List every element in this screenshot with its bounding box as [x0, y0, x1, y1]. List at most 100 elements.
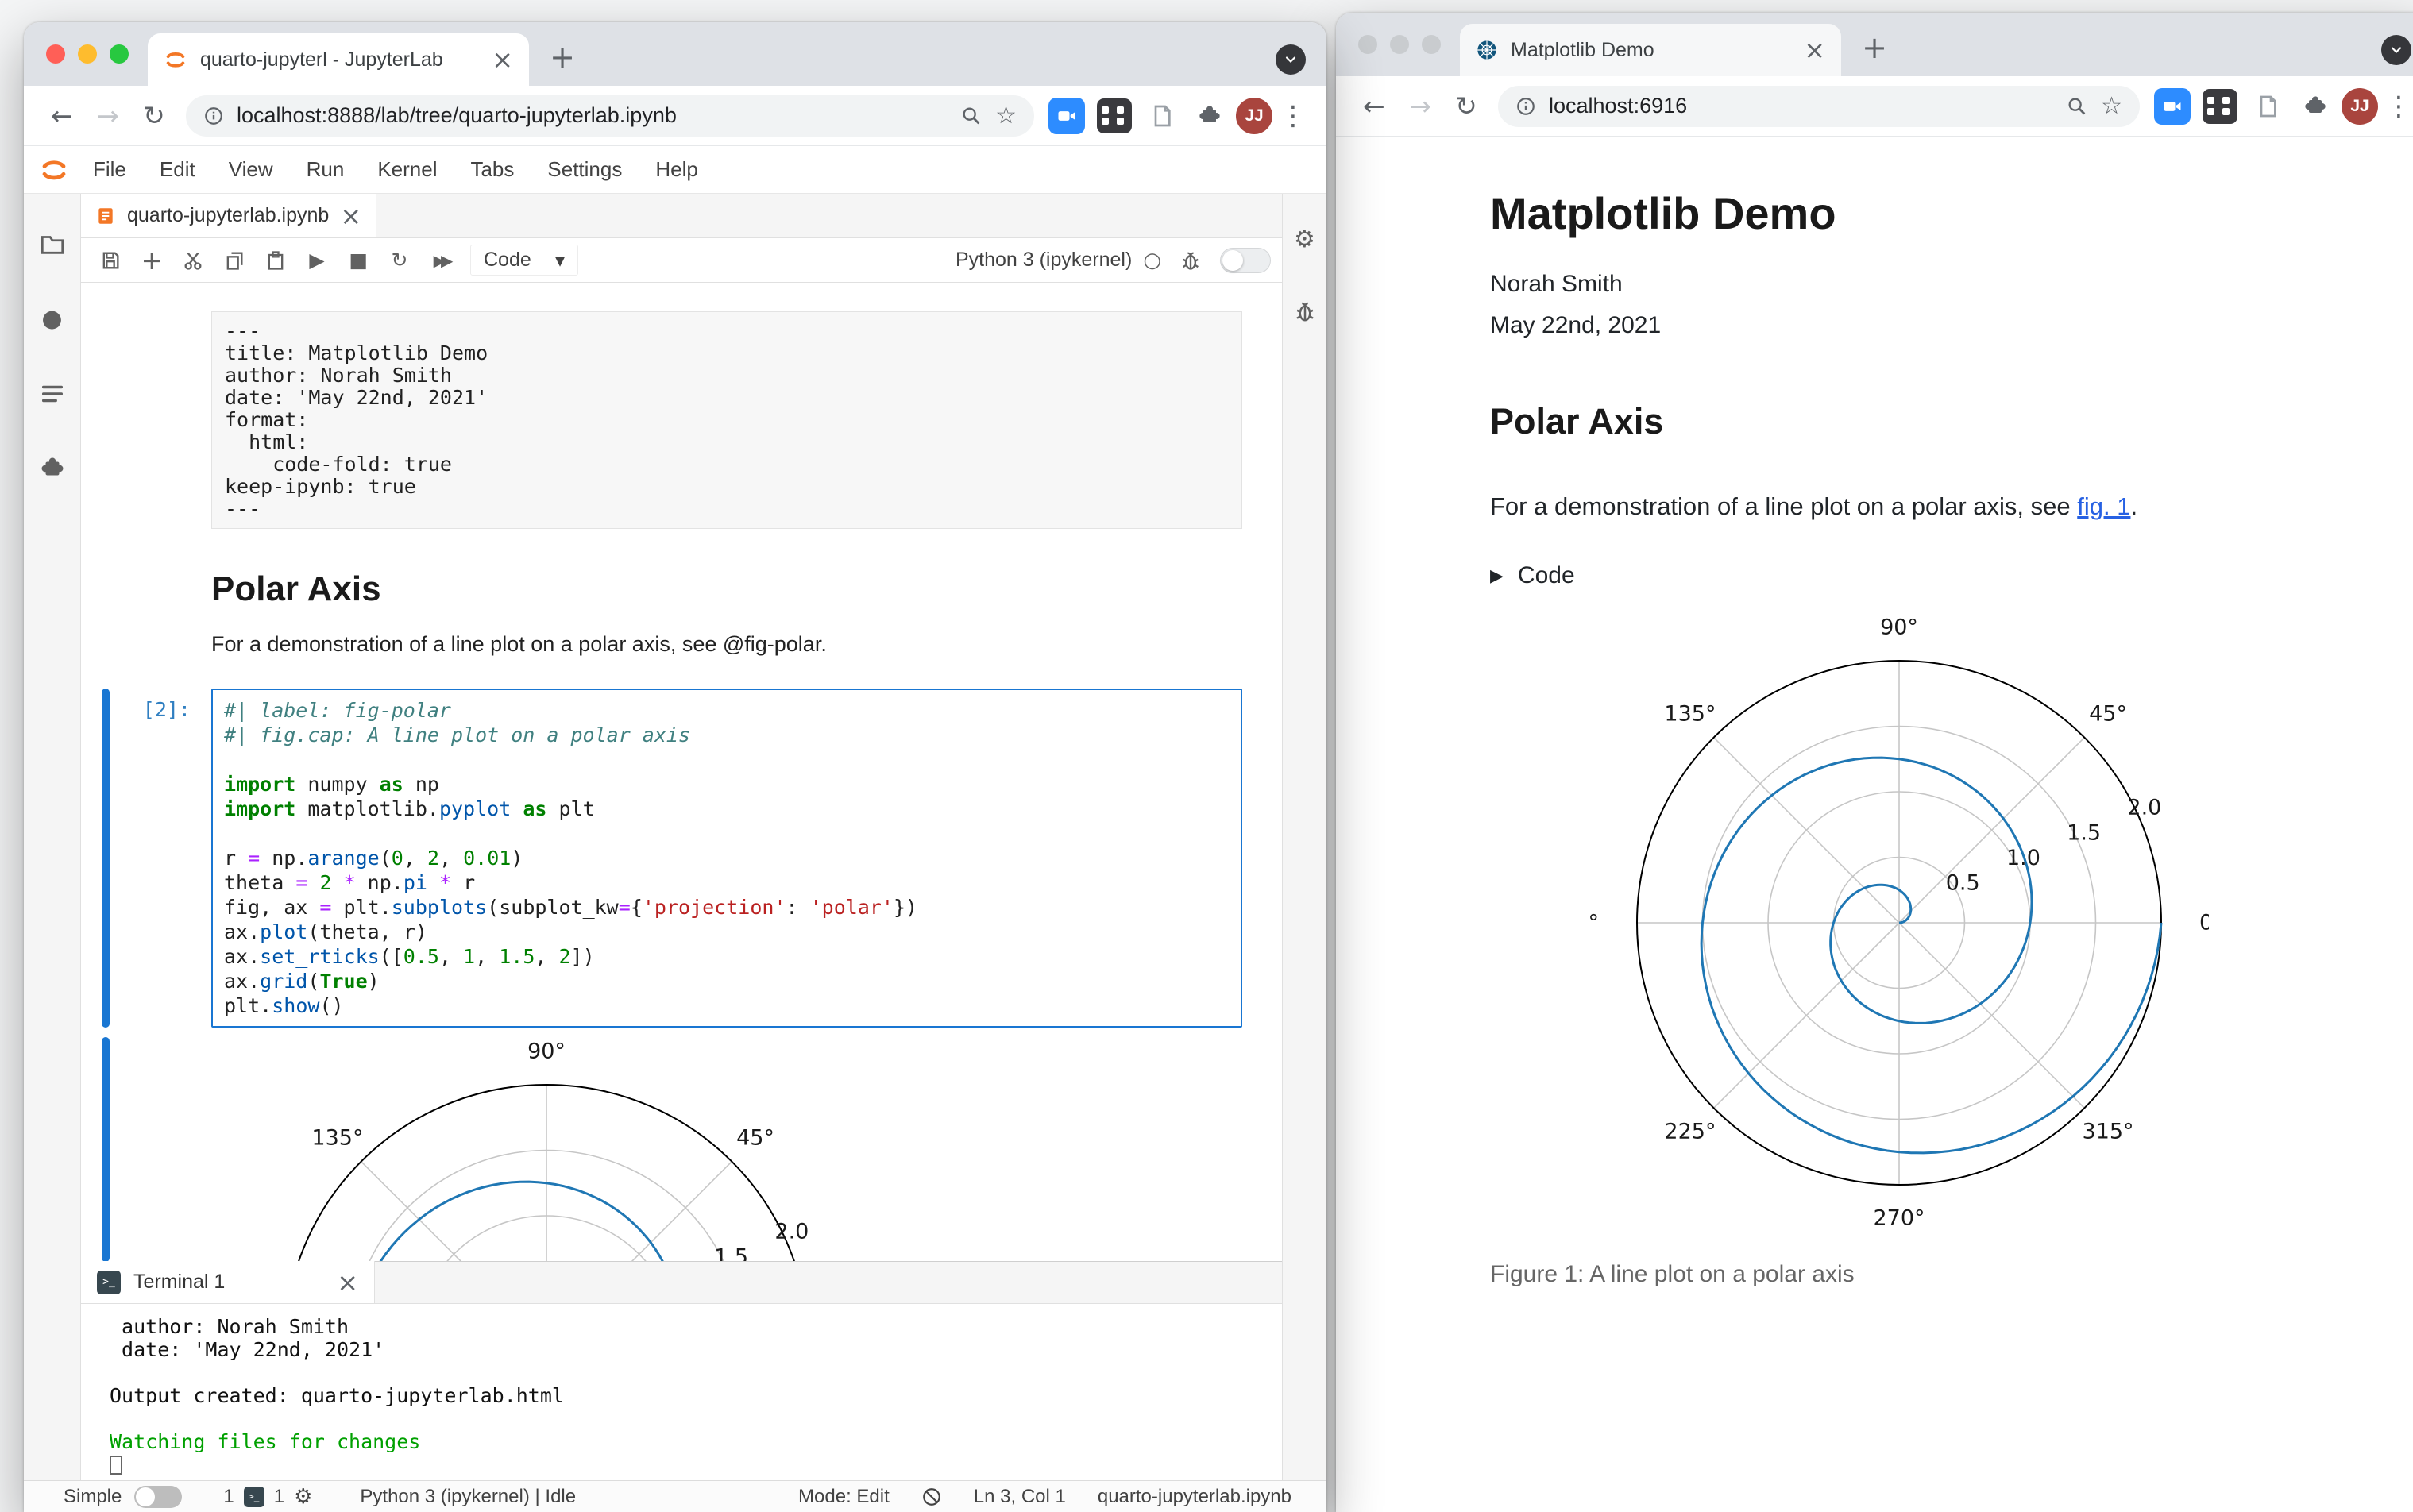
terminal-panel[interactable]: author: Norah Smith date: 'May 22nd, 202… — [81, 1304, 1282, 1480]
tab-title: Matplotlib Demo — [1511, 38, 1654, 61]
figure-link[interactable]: fig. 1 — [2077, 492, 2130, 520]
notifications-icon[interactable] — [921, 1487, 942, 1507]
copy-cell-button[interactable] — [216, 243, 253, 278]
forward-button[interactable]: → — [1400, 86, 1441, 127]
debugger-bug-icon[interactable] — [1293, 299, 1317, 323]
cell-collapser[interactable] — [102, 570, 110, 657]
terminals-count: 1 — [223, 1485, 234, 1507]
back-button[interactable]: ← — [41, 95, 83, 137]
dark-extension-icon[interactable] — [1093, 94, 1136, 137]
profile-avatar[interactable]: JJ — [2342, 87, 2378, 125]
browser-menu-button[interactable]: ⋮ — [2383, 91, 2413, 122]
simple-mode-toggle[interactable] — [134, 1485, 183, 1508]
extension-manager-icon[interactable] — [39, 455, 66, 482]
code-editor[interactable]: #| label: fig-polar #| fig.cap: A line pl… — [211, 688, 1242, 1028]
back-button[interactable]: ← — [1353, 86, 1395, 127]
svg-text:2.0: 2.0 — [774, 1220, 809, 1244]
restart-run-all-button[interactable]: ▶▶ — [423, 243, 459, 278]
page-extension-icon[interactable] — [2246, 85, 2289, 128]
toolbar-toggle[interactable] — [1220, 247, 1271, 273]
page-extension-icon[interactable] — [1141, 94, 1183, 137]
browser-tab[interactable]: Matplotlib Demo × — [1460, 24, 1841, 76]
menu-kernel[interactable]: Kernel — [361, 157, 454, 182]
table-of-contents-icon[interactable] — [39, 380, 66, 407]
stop-kernel-button[interactable]: ■ — [340, 243, 376, 278]
file-browser-icon[interactable] — [39, 230, 66, 257]
output-collapser[interactable] — [102, 1037, 110, 1261]
save-button[interactable] — [92, 243, 129, 278]
svg-text:315°: 315° — [2083, 1120, 2134, 1144]
tab-search-button[interactable] — [2381, 35, 2411, 65]
browser-tab[interactable]: quarto-jupyterl - JupyterLab × — [148, 33, 529, 86]
fullscreen-window-button[interactable] — [1422, 35, 1441, 54]
close-terminal-tab-icon[interactable]: × — [337, 1270, 358, 1295]
cell-collapser[interactable] — [102, 688, 110, 1028]
svg-text:0.5: 0.5 — [1946, 870, 1980, 895]
reload-button[interactable]: ↻ — [133, 95, 175, 137]
paste-cell-button[interactable] — [257, 243, 294, 278]
close-notebook-tab-icon[interactable]: × — [340, 203, 361, 229]
menu-run[interactable]: Run — [290, 157, 361, 182]
new-tab-button[interactable]: + — [545, 40, 580, 75]
raw-cell-editor[interactable]: --- title: Matplotlib Demo author: Norah S… — [211, 311, 1242, 529]
cell-prompt — [110, 570, 200, 657]
figure-caption: Figure 1: A line plot on a polar axis — [1490, 1261, 1855, 1287]
close-window-button[interactable] — [46, 44, 65, 64]
dark-extension-icon[interactable] — [2199, 85, 2241, 128]
paragraph-period: . — [2130, 492, 2138, 520]
notebook-file-icon — [95, 206, 116, 226]
running-kernels-icon[interactable]: ● — [41, 305, 62, 333]
cell-type-dropdown[interactable]: Code ▾ — [470, 245, 579, 276]
minimize-window-button[interactable] — [78, 44, 97, 64]
terminal-tab[interactable]: >_ Terminal 1 × — [81, 1261, 375, 1303]
cursor-position[interactable]: Ln 3, Col 1 — [974, 1486, 1066, 1508]
zoom-icon[interactable] — [960, 105, 983, 127]
close-window-button[interactable] — [1358, 35, 1377, 54]
run-cell-button[interactable]: ▶ — [299, 243, 335, 278]
cut-cell-button[interactable] — [175, 243, 211, 278]
forward-button[interactable]: → — [87, 95, 129, 137]
code-fold-toggle[interactable]: ▶ Code — [1490, 562, 2305, 589]
site-info-icon[interactable] — [203, 106, 224, 126]
mode-indicator[interactable]: Mode: Edit — [798, 1486, 890, 1508]
bookmark-star-icon[interactable]: ☆ — [995, 102, 1017, 129]
simple-mode-label: Simple — [64, 1485, 122, 1507]
menu-tabs[interactable]: Tabs — [454, 157, 531, 182]
cell-collapser[interactable] — [102, 311, 110, 529]
kernels-count: 1 — [273, 1485, 285, 1507]
bookmark-star-icon[interactable]: ☆ — [2101, 92, 2122, 120]
notebook-tab-bar: quarto-jupyterlab.ipynb × — [81, 194, 1282, 238]
browser-menu-button[interactable]: ⋮ — [1277, 100, 1309, 132]
property-inspector-icon[interactable]: ⚙ — [1294, 226, 1315, 253]
site-info-icon[interactable] — [1515, 96, 1536, 117]
extensions-puzzle-icon[interactable] — [2294, 85, 2337, 128]
menu-settings[interactable]: Settings — [531, 157, 639, 182]
add-cell-button[interactable]: + — [133, 243, 170, 278]
close-tab-icon[interactable]: × — [1804, 37, 1825, 63]
restart-kernel-button[interactable]: ↻ — [381, 243, 418, 278]
menu-edit[interactable]: Edit — [143, 157, 212, 182]
profile-avatar[interactable]: JJ — [1236, 97, 1272, 134]
reload-button[interactable]: ↻ — [1446, 86, 1487, 127]
notebook-content[interactable]: --- title: Matplotlib Demo author: Norah S… — [81, 283, 1282, 1261]
video-call-extension-icon[interactable] — [1045, 94, 1088, 137]
kernel-status-text[interactable]: Python 3 (ipykernel) | Idle — [360, 1486, 576, 1508]
close-tab-icon[interactable]: × — [492, 47, 513, 72]
bug-icon[interactable] — [1172, 243, 1209, 278]
menu-view[interactable]: View — [212, 157, 290, 182]
new-tab-button[interactable]: + — [1857, 30, 1892, 65]
kernel-name[interactable]: Python 3 (ipykernel) — [956, 249, 1132, 272]
sessions-summary[interactable]: 1 >_ 1 ⚙ — [223, 1485, 312, 1509]
tab-search-button[interactable] — [1276, 44, 1306, 75]
notebook-tab[interactable]: quarto-jupyterlab.ipynb × — [81, 194, 377, 237]
zoom-icon[interactable] — [2066, 95, 2088, 118]
menu-help[interactable]: Help — [639, 157, 714, 182]
kernel-count-icon: ⚙ — [294, 1484, 313, 1509]
extensions-puzzle-icon[interactable] — [1188, 94, 1231, 137]
video-call-extension-icon[interactable] — [2151, 85, 2194, 128]
minimize-window-button[interactable] — [1390, 35, 1409, 54]
address-bar[interactable]: localhost:8888/lab/tree/quarto-jupyterla… — [186, 94, 1034, 137]
address-bar[interactable]: localhost:6916 ☆ — [1498, 85, 2140, 127]
menu-file[interactable]: File — [76, 157, 143, 182]
fullscreen-window-button[interactable] — [110, 44, 129, 64]
